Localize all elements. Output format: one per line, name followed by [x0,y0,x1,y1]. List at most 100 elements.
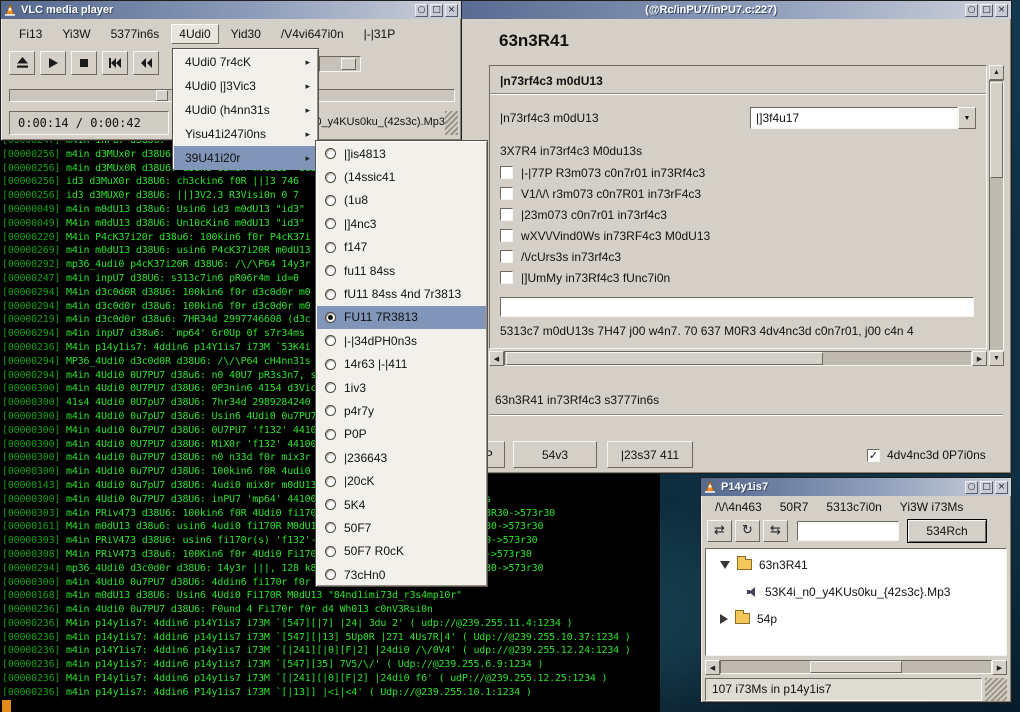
checkbox[interactable] [500,271,513,284]
interface-module-select[interactable]: |]3f4u17 ▼ [750,107,976,129]
search-input[interactable] [797,521,899,541]
volume-slider[interactable] [319,56,361,72]
eject-button[interactable] [9,51,35,75]
combo-value[interactable]: |]3f4u17 [750,107,958,129]
preferences-titlebar[interactable]: (@Rc/inPU7/inPU7.c:227) ○ □ × [441,1,1011,19]
combo-dropdown-button[interactable]: ▼ [958,107,976,129]
equalizer-item[interactable]: |]is4813 [317,142,486,165]
audio-menu-item[interactable]: Yisu41i247i0ns▸ [174,122,317,146]
menubar-item[interactable]: Yi3W [54,24,98,44]
menubar-item[interactable]: 4Udi0 [171,24,218,44]
checkbox-row[interactable]: wXV\/Vind0Ws in73RF4c3 M0dU13 [500,225,986,246]
equalizer-item[interactable]: fU11 84ss 4nd 7r3813 [317,282,486,305]
checkbox[interactable] [500,250,513,263]
audio-menu-item[interactable]: 4Udi0 (h4nn31s▸ [174,98,317,122]
previous-button[interactable] [102,51,128,75]
checkbox[interactable] [500,229,513,242]
search-button[interactable]: 534Rch [907,519,987,543]
seek-thumb[interactable] [156,90,168,101]
checkbox-row[interactable]: |-|77P R3m073 c0n7r01 in73Rf4c3 [500,162,986,183]
stop-button[interactable] [71,51,97,75]
equalizer-item[interactable]: 50F7 [317,516,486,539]
menubar-item[interactable]: |-|31P [356,24,404,44]
scrollbar-track[interactable] [504,351,972,366]
scrollbar-thumb[interactable] [506,352,823,365]
shade-button[interactable]: ○ [415,4,428,17]
repeat-icon[interactable]: ⇆ [763,520,788,542]
vlc-titlebar[interactable]: VLC media player ○ □ × [1,1,461,19]
reset-all-button[interactable]: |23s37 411 [607,441,693,468]
scroll-right-button[interactable]: ▶ [972,351,987,366]
equalizer-item[interactable]: |20cK [317,469,486,492]
save-button[interactable]: 54v3 [513,441,597,468]
checkbox-row[interactable]: |]UmMy in73Rf4c3 fUnc7i0n [500,267,986,288]
equalizer-item[interactable]: P0P [317,423,486,446]
close-button[interactable]: × [995,481,1008,494]
resize-grip[interactable] [445,111,458,135]
scroll-up-button[interactable]: ▲ [989,65,1004,80]
tree-row[interactable]: 63n3R41 [706,551,1006,578]
shade-button[interactable]: ○ [965,481,978,494]
playlist-menubar-item[interactable]: /\/\4n463 [707,497,770,517]
equalizer-item[interactable]: |236643 [317,446,486,469]
menubar-item[interactable]: Yid30 [223,24,269,44]
equalizer-item[interactable]: FU11 7R3813 [317,306,486,329]
equalizer-item[interactable]: fu11 84ss [317,259,486,282]
audio-menu-item[interactable]: 4Udi0 7r4cK▸ [174,50,317,74]
checkbox[interactable] [500,166,513,179]
scrollbar-track[interactable] [720,660,992,674]
checkbox[interactable]: ✓ [867,449,880,462]
tree-row[interactable]: 54p [706,605,1006,632]
tree-row[interactable]: 53K4i_n0_y4KUs0ku_{42s3c}.Mp3 [706,578,1006,605]
maximize-button[interactable]: □ [980,4,993,17]
scrollbar-track[interactable] [989,80,1004,351]
menubar-item[interactable]: /V4vi647i0n [273,24,352,44]
collapse-icon[interactable] [720,561,730,569]
equalizer-item[interactable]: 5K4 [317,493,486,516]
play-button[interactable] [40,51,66,75]
equalizer-item[interactable]: 73cHn0 [317,563,486,586]
scroll-down-button[interactable]: ▼ [989,351,1004,366]
close-button[interactable]: × [995,4,1008,17]
audio-menu-item[interactable]: 39U41i20r▸ [174,146,317,170]
equalizer-item[interactable]: 50F7 R0cK [317,540,486,563]
expand-icon[interactable] [720,614,728,624]
maximize-button[interactable]: □ [430,4,443,17]
checkbox-row[interactable]: /\/cUrs3s in73rf4c3 [500,246,986,267]
resize-grip[interactable] [985,678,1007,701]
shade-button[interactable]: ○ [965,4,978,17]
audio-menu-item[interactable]: 4Udi0 |]3Vic3▸ [174,74,317,98]
checkbox[interactable] [500,208,513,221]
shuffle-icon[interactable]: ⇄ [707,520,732,542]
checkbox-row[interactable]: V1/\/\ r3m073 c0n7R01 in73rF4c3 [500,183,986,204]
equalizer-item[interactable]: (1u8 [317,189,486,212]
scrollbar-thumb[interactable] [990,82,1003,178]
loop-icon[interactable]: ↻ [735,520,760,542]
checkbox[interactable] [500,187,513,200]
equalizer-item[interactable]: 14r63 |-|411 [317,353,486,376]
horizontal-scrollbar[interactable]: ◀ ▶ [489,351,987,366]
menubar-item[interactable]: 5377in6s [103,24,168,44]
maximize-button[interactable]: □ [980,481,993,494]
checkbox-row[interactable]: |23m073 c0n7r01 in73rf4c3 [500,204,986,225]
close-button[interactable]: × [445,4,458,17]
equalizer-item[interactable]: |]4nc3 [317,212,486,235]
playlist-menubar-item[interactable]: 50R7 [772,497,817,517]
equalizer-item[interactable]: (14ssic41 [317,165,486,188]
equalizer-item[interactable]: f147 [317,236,486,259]
equalizer-item[interactable]: |-|34dPH0n3s [317,329,486,352]
scroll-right-button[interactable]: ▶ [992,660,1007,675]
extra-modules-input[interactable] [500,297,974,317]
equalizer-item[interactable]: p4r7y [317,399,486,422]
scrollbar-thumb[interactable] [810,661,902,673]
scroll-left-button[interactable]: ◀ [489,351,504,366]
playlist-horizontal-scrollbar[interactable]: ◀ ▶ [705,660,1007,674]
equalizer-item[interactable]: 1iv3 [317,376,486,399]
playlist-titlebar[interactable]: P14y1is7 ○ □ × [701,478,1011,496]
advanced-options-checkbox[interactable]: ✓ 4dv4nc3d 0P7i0ns [867,448,986,462]
menubar-item[interactable]: Fi13 [11,24,50,44]
rewind-button[interactable] [133,51,159,75]
scroll-left-button[interactable]: ◀ [705,660,720,675]
playlist-menubar-item[interactable]: Yi3W i73Ms [892,497,972,517]
vertical-scrollbar[interactable]: ▲ ▼ [989,65,1004,366]
